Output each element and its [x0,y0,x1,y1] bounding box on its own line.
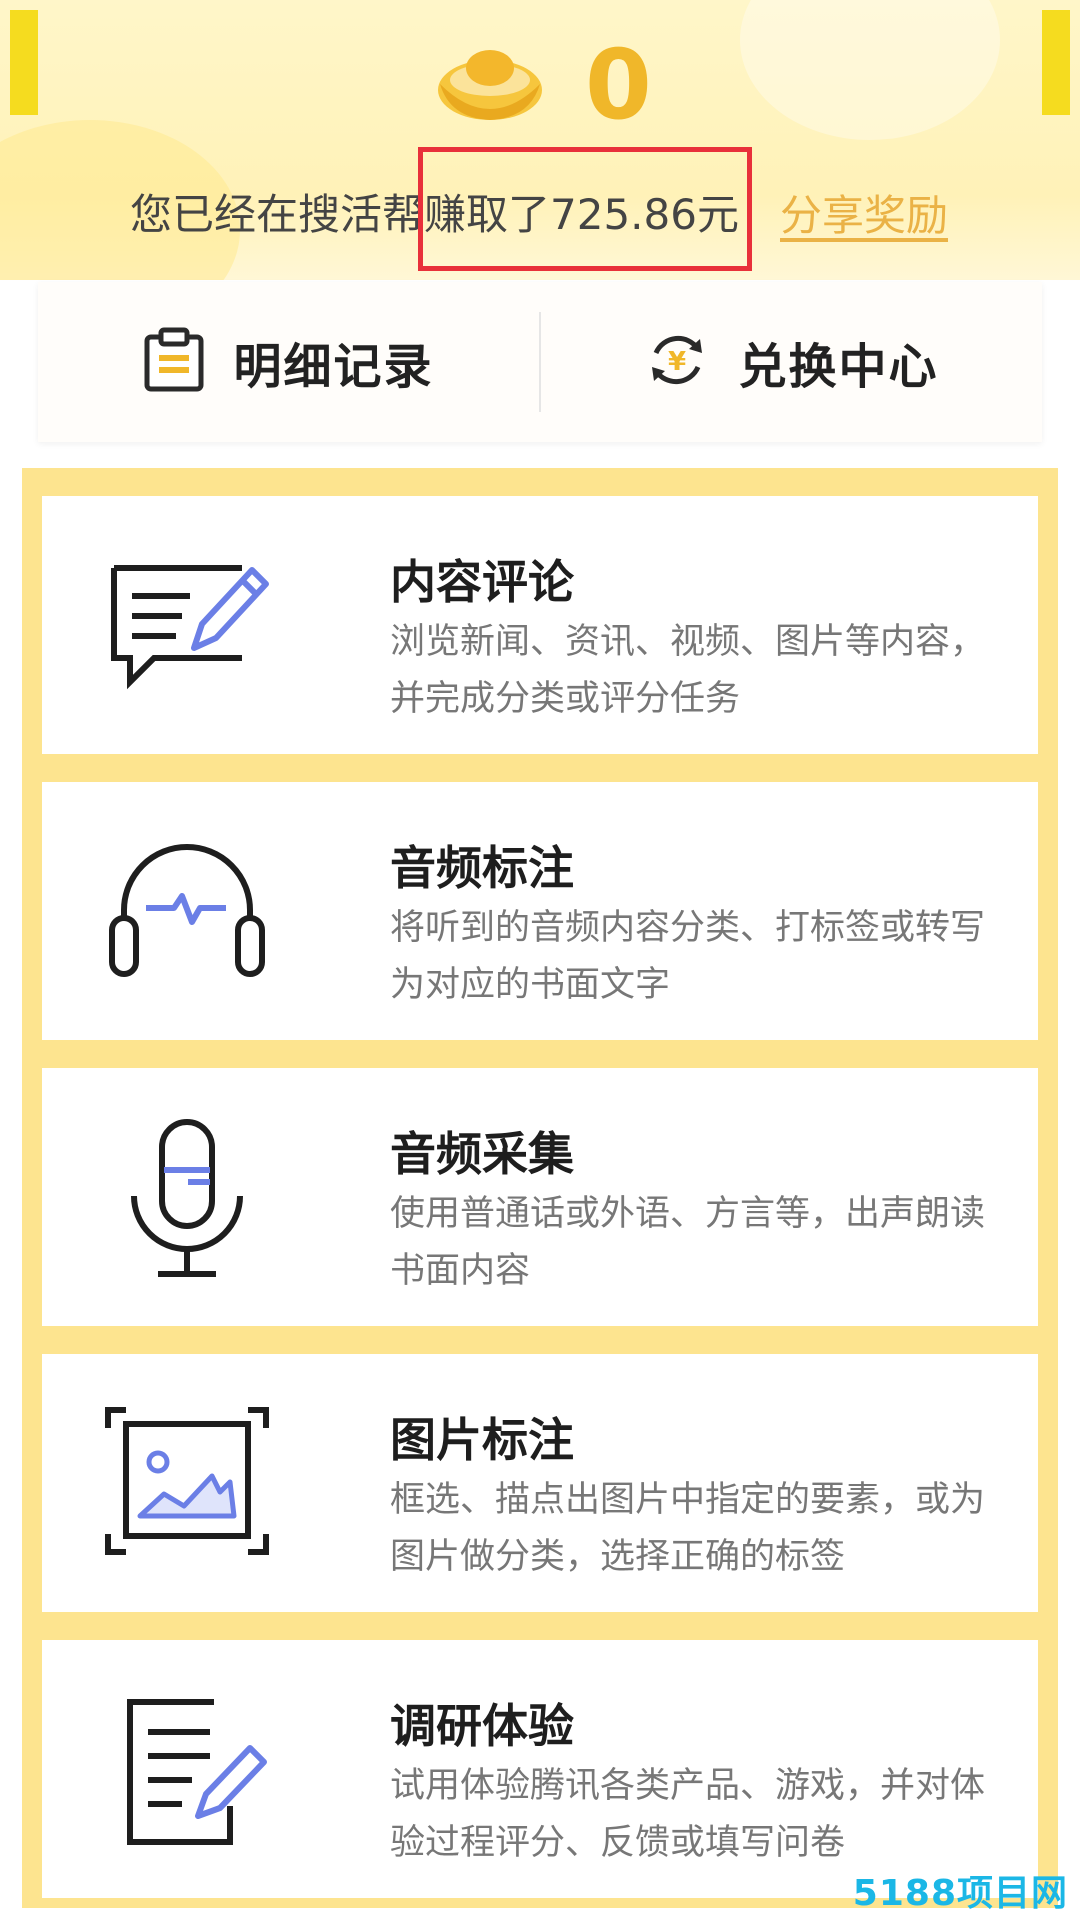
task-title: 音频标注 [390,841,574,895]
comment-edit-icon [102,540,272,710]
task-description: 浏览新闻、资讯、视频、图片等内容，并完成分类或评分任务 [390,622,986,719]
clipboard-icon [143,327,205,397]
earnings-prefix: 您已经在搜活帮 [130,189,425,239]
headphones-icon [102,826,272,996]
header-banner: 0 您已经在搜活帮 赚取了725.86元 分享奖励 [0,0,1080,280]
image-frame-icon [102,1398,272,1568]
task-description: 试用体验腾讯各类产品、游戏，并对体验过程评分、反馈或填写问卷 [390,1766,986,1863]
task-list: 内容评论 浏览新闻、资讯、视频、图片等内容，并完成分类或评分任务 音频标注 将听… [22,468,1058,1908]
banner-edge-left [10,10,38,115]
coin-value: 0 [585,29,652,141]
task-title: 图片标注 [390,1413,574,1467]
task-title: 音频采集 [390,1127,574,1181]
task-title: 调研体验 [390,1699,574,1753]
microphone-icon [102,1112,272,1282]
banner-edge-right [1042,10,1070,115]
task-card-image-labeling[interactable]: 图片标注 框选、描点出图片中指定的要素，或为图片做分类，选择正确的标签 [42,1354,1038,1612]
task-card-audio-collection[interactable]: 音频采集 使用普通话或外语、方言等，出声朗读书面内容 [42,1068,1038,1326]
detail-records-label: 明细记录 [233,339,434,395]
share-reward-link[interactable]: 分享奖励 [780,182,948,243]
task-title: 内容评论 [390,555,574,609]
task-description: 使用普通话或外语、方言等，出声朗读书面内容 [390,1194,986,1291]
survey-edit-icon [102,1684,272,1854]
task-card-audio-labeling[interactable]: 音频标注 将听到的音频内容分类、打标签或转写为对应的书面文字 [42,782,1038,1040]
svg-text:¥: ¥ [668,347,686,377]
gold-ingot-icon [435,38,545,132]
coin-balance: 0 [435,35,652,135]
task-description: 将听到的音频内容分类、打标签或转写为对应的书面文字 [390,908,986,1005]
banner-decoration [740,0,1000,140]
task-card-survey-experience[interactable]: 调研体验 试用体验腾讯各类产品、游戏，并对体验过程评分、反馈或填写问卷 [42,1640,1038,1898]
task-card-content-review[interactable]: 内容评论 浏览新闻、资讯、视频、图片等内容，并完成分类或评分任务 [42,496,1038,754]
earnings-highlight-box [418,147,752,271]
task-description: 框选、描点出图片中指定的要素，或为图片做分类，选择正确的标签 [390,1480,986,1577]
site-watermark: 5188项目网 [852,1873,1068,1914]
actions-bar: 明细记录 ¥ 兑换中心 [38,282,1042,442]
exchange-center-button[interactable]: ¥ 兑换中心 [541,327,1042,397]
detail-records-button[interactable]: 明细记录 [38,327,539,397]
yuan-exchange-icon: ¥ [644,327,710,397]
exchange-center-label: 兑换中心 [738,339,939,395]
